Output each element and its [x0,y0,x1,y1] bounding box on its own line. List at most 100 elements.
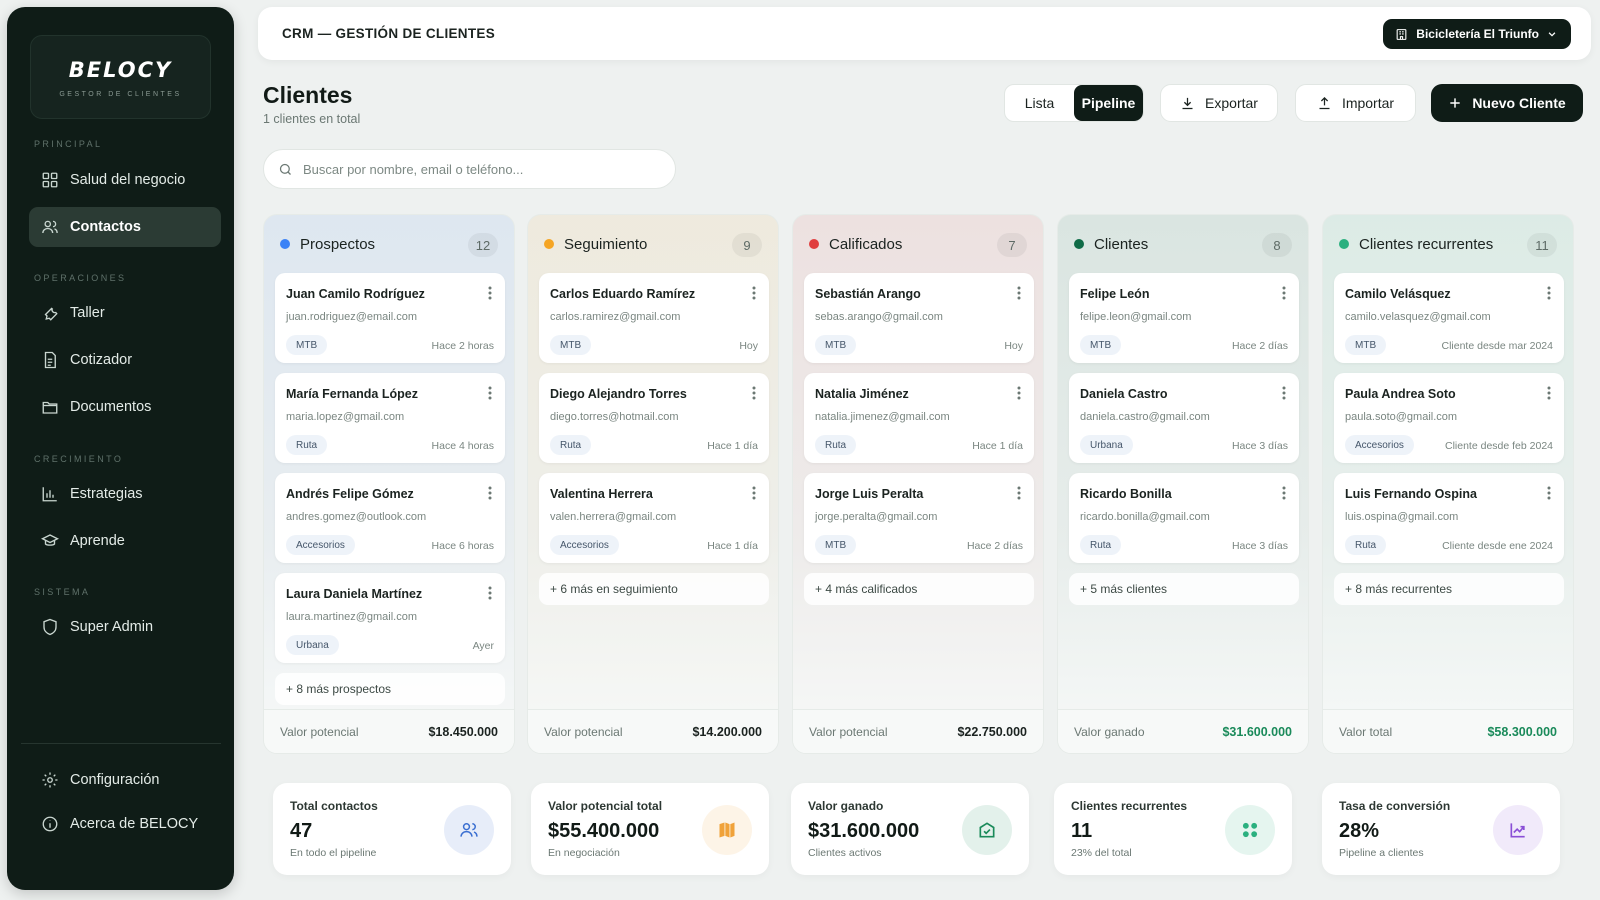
kebab-menu-icon[interactable] [748,485,760,501]
status-dot [1339,239,1349,249]
client-name: Luis Fernando Ospina [1345,487,1477,501]
stat-icon-badge [1225,805,1275,855]
client-card[interactable]: Camilo Velásquez camilo.velasquez@gmail.… [1334,273,1564,363]
sidebar-divider [21,743,221,744]
kebab-menu-icon[interactable] [1543,385,1555,401]
client-name: Camilo Velásquez [1345,287,1451,301]
client-card[interactable]: Jorge Luis Peralta jorge.peralta@gmail.c… [804,473,1034,563]
sidebar-item-estrategias[interactable]: Estrategias [29,474,221,514]
view-toggle: Lista Pipeline [1004,84,1144,122]
kebab-menu-icon[interactable] [1013,285,1025,301]
category-tag: Ruta [815,435,857,455]
sidebar-item-configuracion[interactable]: Configuración [29,760,221,800]
category-tag: Accesorios [550,535,619,555]
business-selector[interactable]: Bicicletería El Triunfo [1383,19,1571,49]
stat-label: Total contactos [290,799,378,813]
gear-icon [41,771,59,789]
kebab-menu-icon[interactable] [748,385,760,401]
client-card[interactable]: Andrés Felipe Gómez andres.gomez@outlook… [275,473,505,563]
folder-icon [41,398,59,416]
kebab-menu-icon[interactable] [1013,385,1025,401]
sidebar-item-superadmin[interactable]: Super Admin [29,607,221,647]
kebab-menu-icon[interactable] [1543,285,1555,301]
client-card[interactable]: Daniela Castro daniela.castro@gmail.com … [1069,373,1299,463]
sidebar-item-documentos[interactable]: Documentos [29,387,221,427]
more-link[interactable]: + 6 más en seguimiento [539,573,769,605]
export-button[interactable]: Exportar [1160,84,1278,122]
client-email: luis.ospina@gmail.com [1345,511,1459,523]
client-email: juan.rodriguez@email.com [286,311,418,323]
client-card[interactable]: Luis Fernando Ospina luis.ospina@gmail.c… [1334,473,1564,563]
client-time: Hace 2 días [966,540,1023,552]
sidebar-item-acerca[interactable]: Acerca de BELOCY [29,804,221,844]
client-card[interactable]: Felipe León felipe.leon@gmail.com MTB Ha… [1069,273,1299,363]
nav-section-crecimiento: CRECIMIENTO [34,454,124,464]
plus-icon [1448,96,1462,110]
more-link[interactable]: + 8 más recurrentes [1334,573,1564,605]
client-time: Hace 4 horas [431,440,494,452]
client-name: Diego Alejandro Torres [550,387,687,401]
client-card[interactable]: Natalia Jiménez natalia.jimenez@gmail.co… [804,373,1034,463]
sidebar-item-salud[interactable]: Salud del negocio [29,160,221,200]
column-header: Seguimiento 9 [528,215,778,273]
client-card[interactable]: Juan Camilo Rodríguez juan.rodriguez@ema… [275,273,505,363]
logo[interactable]: BELOCY GESTOR DE CLIENTES [30,35,211,119]
client-card[interactable]: Sebastián Arango sebas.arango@gmail.com … [804,273,1034,363]
client-card[interactable]: Ricardo Bonilla ricardo.bonilla@gmail.co… [1069,473,1299,563]
client-card[interactable]: Carlos Eduardo Ramírez carlos.ramirez@gm… [539,273,769,363]
client-name: Laura Daniela Martínez [286,587,423,601]
category-tag: Urbana [286,635,339,655]
client-card[interactable]: Valentina Herrera valen.herrera@gmail.co… [539,473,769,563]
sidebar-item-cotizador[interactable]: Cotizador [29,340,221,380]
client-card[interactable]: Diego Alejandro Torres diego.torres@hotm… [539,373,769,463]
status-dot [1074,239,1084,249]
pipeline-column-clientes-recurrentes: Clientes recurrentes 11 Camilo Velásquez… [1322,214,1574,754]
category-tag: MTB [1345,335,1387,355]
pipeline-column-clientes: Clientes 8 Felipe León felipe.leon@gmail… [1057,214,1309,754]
footer-label: Valor potencial [544,724,623,739]
category-tag: Ruta [550,435,592,455]
stat-label: Clientes recurrentes [1071,799,1188,813]
trend-up-icon [1508,820,1528,840]
kebab-menu-icon[interactable] [484,585,496,601]
sidebar-item-contactos[interactable]: Contactos [29,207,221,247]
more-link[interactable]: + 4 más calificados [804,573,1034,605]
stat-icon-badge [444,805,494,855]
new-client-button[interactable]: Nuevo Cliente [1431,84,1583,122]
stat-note: En negociación [548,847,620,859]
client-email: ricardo.bonilla@gmail.com [1080,511,1210,523]
kebab-menu-icon[interactable] [484,485,496,501]
client-name: Ricardo Bonilla [1080,487,1172,501]
import-button[interactable]: Importar [1295,84,1416,122]
client-name: Andrés Felipe Gómez [286,487,414,501]
search-input[interactable] [303,161,663,177]
column-header: Prospectos 12 [264,215,514,273]
category-tag: MTB [1080,335,1122,355]
sidebar-item-label: Taller [70,305,105,321]
client-name: María Fernanda López [286,387,418,401]
view-lista-button[interactable]: Lista [1005,85,1074,121]
view-pipeline-button[interactable]: Pipeline [1074,85,1143,121]
category-tag: MTB [815,335,857,355]
kebab-menu-icon[interactable] [1543,485,1555,501]
more-link[interactable]: + 5 más clientes [1069,573,1299,605]
kebab-menu-icon[interactable] [1278,285,1290,301]
client-email: laura.martinez@gmail.com [286,611,417,623]
category-tag: Ruta [1345,535,1387,555]
client-card[interactable]: Paula Andrea Soto paula.soto@gmail.com A… [1334,373,1564,463]
sidebar-item-taller[interactable]: Taller [29,293,221,333]
kebab-menu-icon[interactable] [1278,485,1290,501]
client-card[interactable]: Laura Daniela Martínez laura.martinez@gm… [275,573,505,663]
kebab-menu-icon[interactable] [1013,485,1025,501]
kebab-menu-icon[interactable] [1278,385,1290,401]
sidebar-item-label: Documentos [70,399,152,415]
kebab-menu-icon[interactable] [484,385,496,401]
kebab-menu-icon[interactable] [748,285,760,301]
kebab-menu-icon[interactable] [484,285,496,301]
footer-label: Valor ganado [1074,724,1145,739]
sidebar-item-aprende[interactable]: Aprende [29,521,221,561]
stat-value: 11 [1071,820,1093,842]
client-card[interactable]: María Fernanda López maria.lopez@gmail.c… [275,373,505,463]
map-icon [717,820,737,840]
more-link[interactable]: + 8 más prospectos [275,673,505,705]
